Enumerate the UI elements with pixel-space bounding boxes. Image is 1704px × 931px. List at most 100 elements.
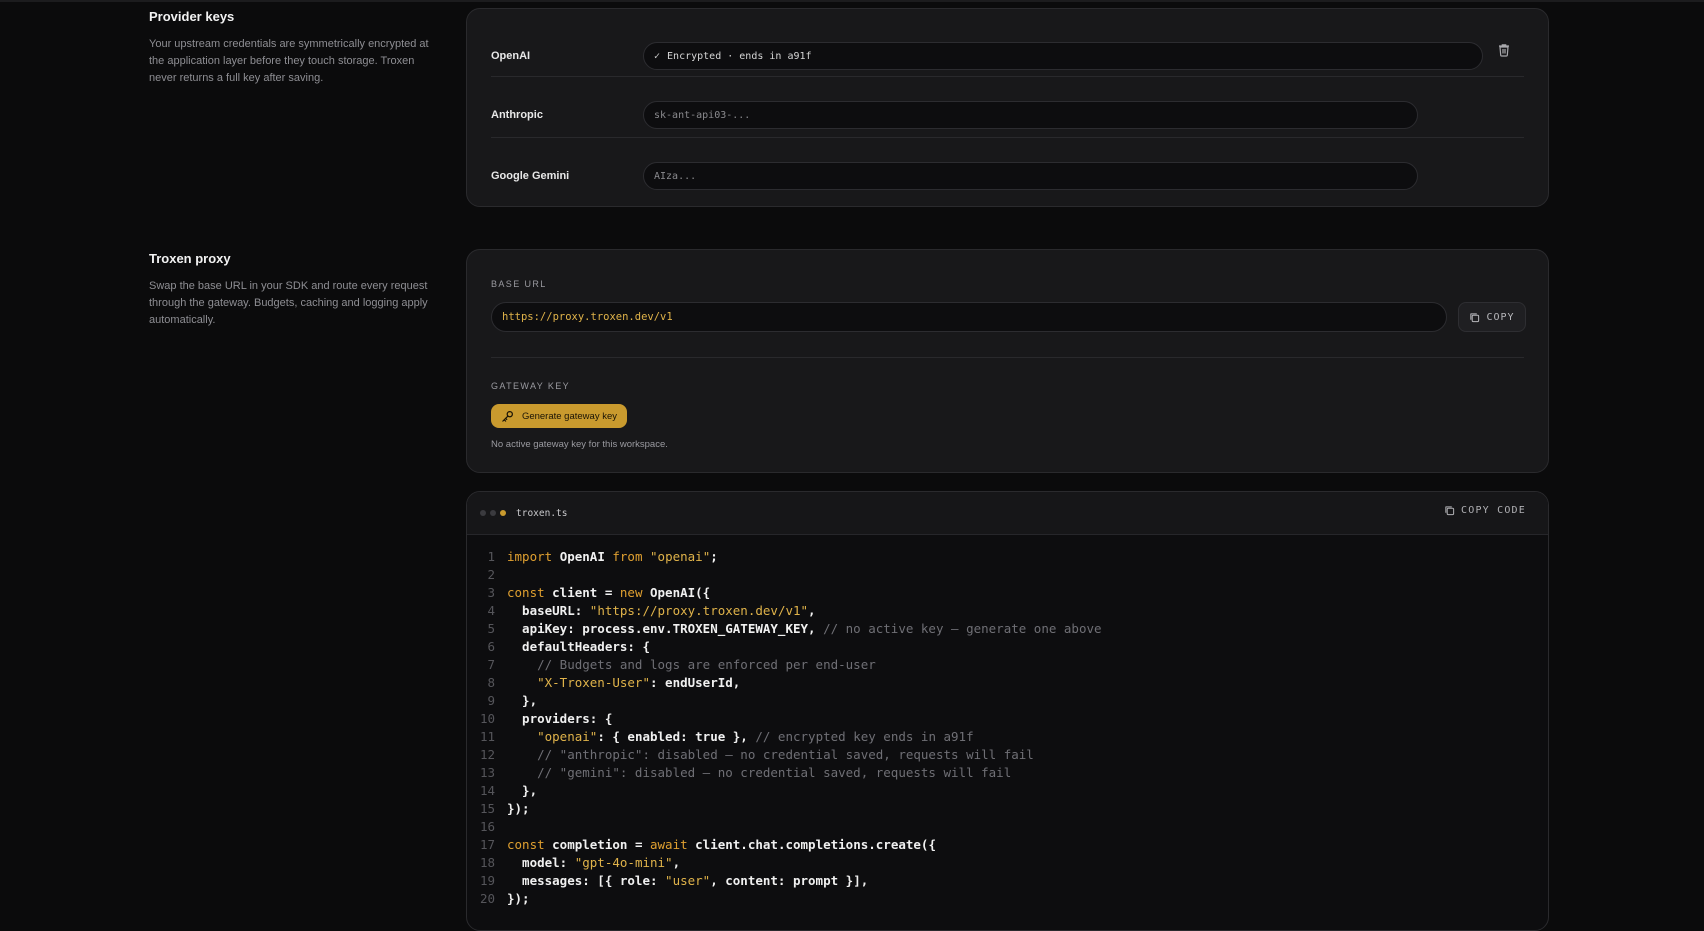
line-number: 18 [479, 855, 495, 870]
code-header: troxen.ts COPY CODE [467, 492, 1548, 535]
no-key-hint: No active gateway key for this workspace… [491, 439, 668, 450]
code-token: "openai" [507, 729, 598, 744]
code-line: 20}); [467, 890, 1548, 908]
provider-row-openai: OpenAI ✓ Encrypted · ends in a91f [491, 26, 1524, 86]
line-number: 3 [487, 585, 495, 600]
code-token: providers: { [507, 711, 613, 726]
row-divider [491, 76, 1524, 77]
code-line: 7 // Budgets and logs are enforced per e… [467, 656, 1548, 674]
copy-icon [1470, 312, 1480, 322]
code-token: "gpt-4o-mini" [574, 855, 673, 870]
code-token: // "gemini": disabled — no credential sa… [507, 765, 1012, 780]
section-description: Swap the base URL in your SDK and route … [149, 280, 428, 326]
code-token: , content: prompt }], [710, 873, 869, 888]
line-number: 13 [479, 765, 495, 780]
code-token: await [650, 837, 696, 852]
code-token: }, [507, 783, 538, 798]
line-number: 1 [487, 549, 495, 564]
line-number: 15 [479, 801, 495, 816]
code-line: 14 }, [467, 782, 1548, 800]
provider-keys-card: OpenAI ✓ Encrypted · ends in a91f Anthro… [466, 8, 1549, 207]
generate-gateway-key-button[interactable]: Generate gateway key [491, 404, 627, 428]
copy-icon [1445, 506, 1455, 516]
gateway-key-label: GATEWAY KEY [491, 381, 571, 391]
code-line: 11 "openai": { enabled: true }, // encry… [467, 728, 1548, 746]
code-line: 19 messages: [{ role: "user", content: p… [467, 872, 1548, 890]
base-url-field[interactable]: https://proxy.troxen.dev/v1 [491, 302, 1447, 332]
code-token: new [619, 585, 650, 600]
base-url-label: BASE URL [491, 279, 547, 289]
key-status-text: Encrypted · ends in a91f [667, 50, 812, 62]
row-divider [491, 137, 1524, 138]
line-number: 19 [479, 873, 495, 888]
code-token: OpenAI({ [650, 585, 711, 600]
top-divider [0, 0, 1704, 2]
code-token: client.chat.completions.create({ [695, 837, 936, 852]
line-number: 5 [487, 621, 495, 636]
base-url-value: https://proxy.troxen.dev/v1 [502, 311, 673, 323]
code-token: model: [507, 855, 575, 870]
code-line: 8 "X-Troxen-User": endUserId, [467, 674, 1548, 692]
gemini-key-input[interactable]: AIza... [643, 162, 1418, 190]
code-token: // "anthropic": disabled — no credential… [507, 747, 1034, 762]
code-line: 9 }, [467, 692, 1548, 710]
line-number: 9 [487, 693, 495, 708]
code-line: 2 [467, 566, 1548, 584]
code-token: completion = [552, 837, 650, 852]
code-token: }); [507, 891, 530, 906]
code-token: : { enabled: true }, [597, 729, 756, 744]
trash-icon[interactable] [1496, 42, 1512, 58]
code-line: 5 apiKey: process.env.TROXEN_GATEWAY_KEY… [467, 620, 1548, 638]
code-token: from [612, 549, 651, 564]
section-title: Troxen proxy [149, 251, 231, 266]
provider-label: OpenAI [491, 50, 531, 62]
check-icon: ✓ [654, 50, 661, 62]
code-line: 4 baseURL: "https://proxy.troxen.dev/v1"… [467, 602, 1548, 620]
copy-code-label: COPY CODE [1461, 505, 1526, 516]
code-line: 12 // "anthropic": disabled — no credent… [467, 746, 1548, 764]
section-title: Provider keys [149, 9, 235, 24]
code-token: "user" [665, 873, 711, 888]
provider-row-gemini: Google Gemini AIza... [491, 146, 1524, 206]
copy-label: COPY [1486, 311, 1515, 323]
code-line: 17 const completion = await client.chat.c… [467, 836, 1548, 854]
code-token: apiKey: process.env.TROXEN_GATEWAY_KEY, [507, 621, 824, 636]
code-token: client = [552, 585, 620, 600]
code-token: const [507, 837, 553, 852]
code-token: }); [507, 801, 530, 816]
openai-key-status[interactable]: ✓ Encrypted · ends in a91f [643, 42, 1483, 70]
generate-label: Generate gateway key [521, 410, 617, 422]
window-dot-icon [500, 510, 506, 516]
line-number: 17 [479, 837, 495, 852]
code-token: ; [710, 549, 718, 564]
window-dots [480, 510, 510, 516]
line-number: 7 [487, 657, 495, 672]
line-number: 14 [479, 783, 495, 798]
provider-keys-meta: Provider keys Your upstream credentials … [149, 9, 434, 87]
line-number: 20 [479, 891, 495, 906]
code-token: : endUserId, [650, 675, 741, 690]
provider-label: Anthropic [491, 109, 543, 121]
copy-url-button[interactable]: COPY [1458, 302, 1526, 332]
code-token: }, [507, 693, 538, 708]
input-placeholder: sk-ant-api03-... [654, 109, 751, 121]
code-token: // encrypted key ends in a91f [755, 729, 974, 744]
anthropic-key-input[interactable]: sk-ant-api03-... [643, 101, 1418, 129]
window-dot-icon [490, 510, 496, 516]
provider-label: Google Gemini [491, 170, 570, 182]
code-sample-card: troxen.ts COPY CODE 1 import OpenAI from … [466, 491, 1549, 931]
copy-code-button[interactable]: COPY CODE [1444, 505, 1526, 516]
code-token: baseURL: [507, 603, 590, 618]
line-number: 8 [487, 675, 495, 690]
line-number: 6 [487, 639, 495, 654]
code-line: 3 const client = new OpenAI({ [467, 584, 1548, 602]
code-body: 1 import OpenAI from "openai"; 2 3 const cli… [467, 548, 1548, 908]
code-filename: troxen.ts [516, 507, 568, 519]
code-token: "https://proxy.troxen.dev/v1" [589, 603, 809, 618]
code-token: defaultHeaders: { [507, 639, 650, 654]
code-line: 16 [467, 818, 1548, 836]
code-token: const [507, 585, 553, 600]
code-line: 18 model: "gpt-4o-mini", [467, 854, 1548, 872]
line-number: 11 [479, 729, 495, 744]
line-number: 12 [479, 747, 495, 762]
